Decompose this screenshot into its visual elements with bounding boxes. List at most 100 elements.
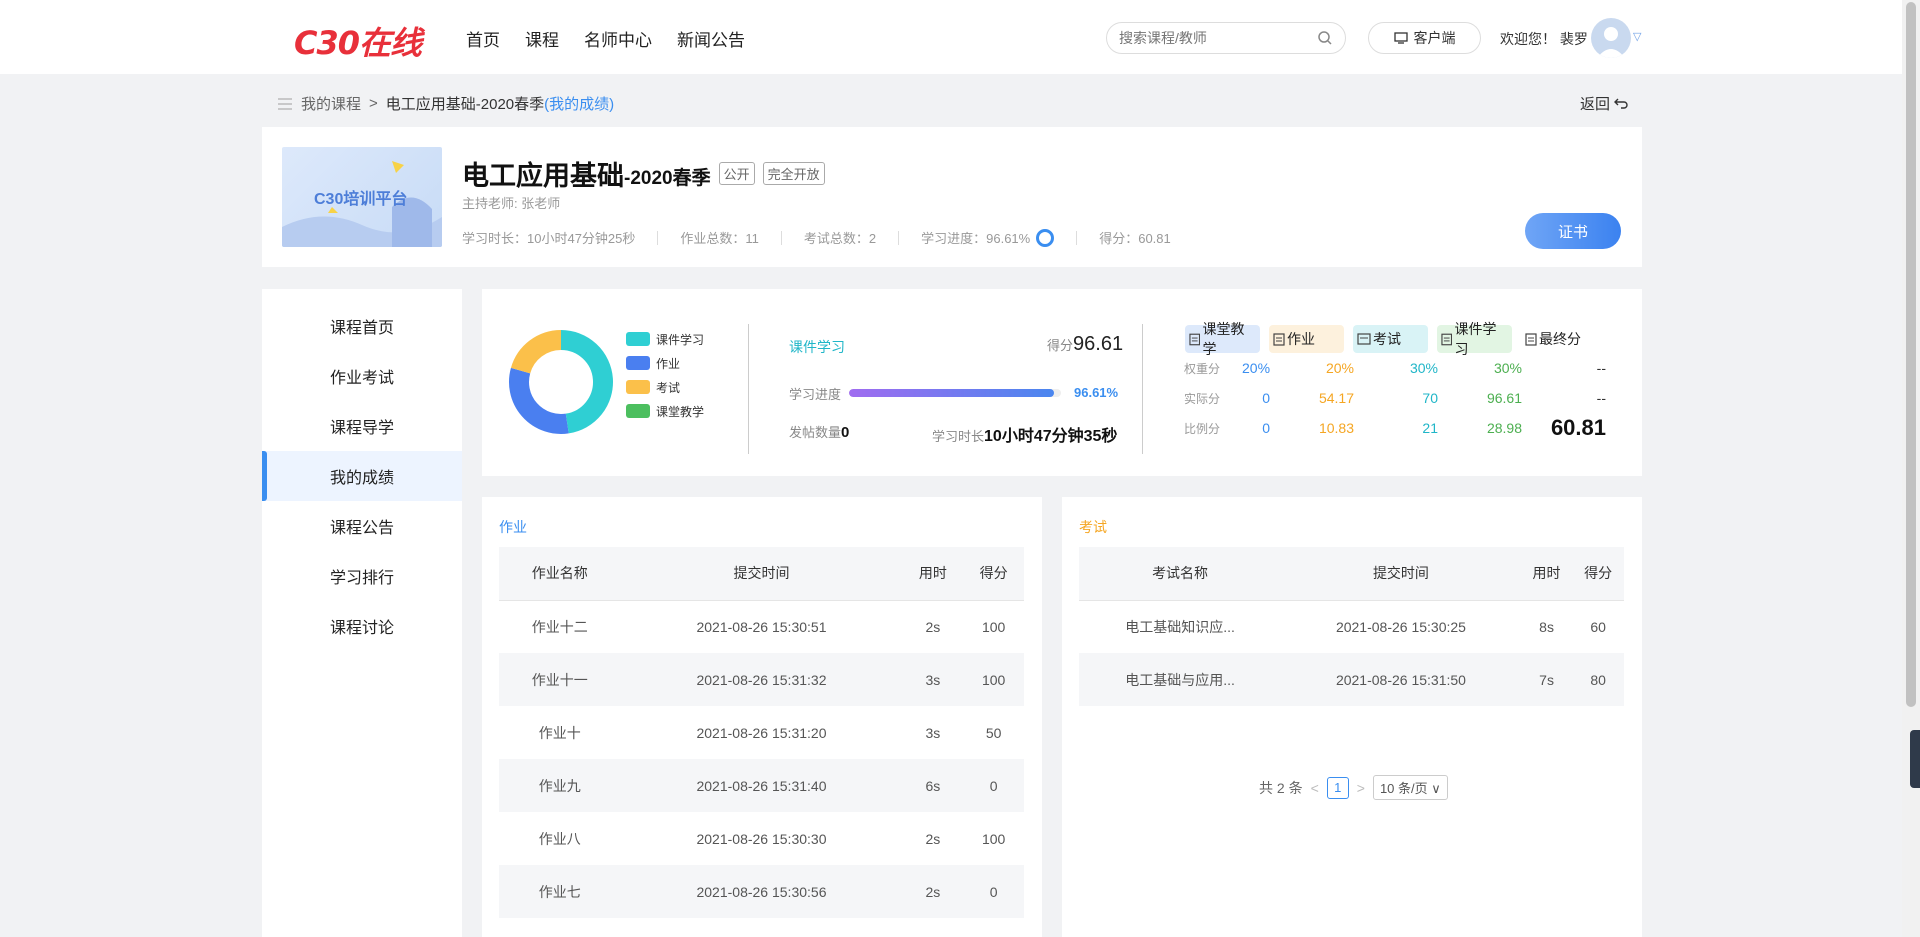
table-header-row: 考试名称 提交时间 用时 得分 <box>1079 547 1624 601</box>
cell: 2021-08-26 15:31:50 <box>1281 653 1521 706</box>
time-label: 学习时长 <box>932 429 985 444</box>
posts-value: 0 <box>841 424 850 441</box>
pagination: 共 2 条 < 1 > 10 条/页 ∨ <box>1259 775 1448 800</box>
column-header: 得分 <box>1572 547 1624 601</box>
cell-value: 96.61 <box>1486 390 1522 406</box>
progress-label: 学习进度 <box>789 387 842 402</box>
grid-header: 课堂教学 作业 考试 课件学习 最终分 <box>1185 321 1616 357</box>
donut-slice <box>560 330 613 434</box>
cell: 作业九 <box>499 759 621 812</box>
courseware-score: 得分96.61 <box>1047 333 1123 356</box>
cell-value: 20% <box>1325 360 1354 376</box>
avatar[interactable] <box>1591 18 1631 58</box>
cell-value: 28.98 <box>1486 420 1522 436</box>
client-label: 客户端 <box>1413 30 1456 46</box>
next-page-icon[interactable]: > <box>1357 780 1365 796</box>
legend-swatch <box>626 332 650 346</box>
cell: 2s <box>902 865 964 918</box>
menu-item-discussion[interactable]: 课程讨论 <box>262 601 462 651</box>
menu-item-announcements[interactable]: 课程公告 <box>262 501 462 551</box>
cell: 2021-08-26 15:31:20 <box>696 724 827 741</box>
return-icon <box>1614 98 1628 109</box>
tag-public: 公开 <box>718 162 755 185</box>
prev-page-icon[interactable]: < <box>1311 780 1319 796</box>
nav-teachers[interactable]: 名师中心 <box>584 26 652 51</box>
search-icon[interactable] <box>1317 30 1333 46</box>
study-time: 学习时长10小时47分钟35秒 <box>932 422 1117 446</box>
course-card: C30培训平台 电工应用基础 -2020春季 公开 完全开放 主持老师: 张老师… <box>262 127 1642 267</box>
column-header: 用时 <box>1520 547 1573 601</box>
vertical-scrollbar[interactable] <box>1902 0 1920 937</box>
cell: 2021-08-26 15:30:30 <box>696 830 827 847</box>
stat-score: 得分：60.81 <box>1099 231 1171 246</box>
menu-item-homework-exam[interactable]: 作业考试 <box>262 351 462 401</box>
grid-header-cell: 考试 <box>1353 325 1428 353</box>
breadcrumb-highlight: (我的成绩) <box>544 96 615 113</box>
menu-item-my-grades[interactable]: 我的成绩 <box>262 451 462 501</box>
page-size-select[interactable]: 10 条/页 ∨ <box>1372 775 1448 800</box>
cell: 作业十一 <box>499 653 621 706</box>
cell: 2021-08-26 15:31:40 <box>620 759 903 812</box>
table-row: 作业七 2021-08-26 15:30:56 2s 0 <box>499 865 1024 918</box>
grid-header-cell: 作业 <box>1269 325 1344 353</box>
cell-value: 20% <box>1242 360 1271 376</box>
clipboard-icon <box>1189 333 1201 346</box>
monitor-icon <box>1393 32 1408 44</box>
table-row: 作业十 2021-08-26 15:31:20 3s 50 <box>499 706 1024 759</box>
legend-label: 作业 <box>656 356 681 371</box>
cell: 作业七 <box>499 865 621 918</box>
user-avatar-icon <box>1597 27 1625 58</box>
search-input[interactable] <box>1119 23 1319 53</box>
floating-side-widget[interactable] <box>1910 730 1920 788</box>
top-header: C30在线 首页 课程 名师中心 新闻公告 客户端 欢迎您！ 裴罗 ▽ <box>0 0 1902 74</box>
homework-title: 作业 <box>499 519 527 535</box>
scrollbar-thumb[interactable] <box>1906 2 1916 707</box>
column-header: 用时 <box>902 547 964 601</box>
cell: 3s <box>902 653 964 706</box>
course-subtitle: -2020春季 <box>624 168 711 189</box>
nav-courses[interactable]: 课程 <box>525 26 559 51</box>
grid-header-label: 作业 <box>1287 331 1315 347</box>
table-row: 电工基础与应用... 2021-08-26 15:31:50 7s 80 <box>1079 653 1624 706</box>
breadcrumb-root[interactable]: 我的课程 <box>301 93 361 114</box>
legend-item: 课堂教学 <box>626 399 704 423</box>
table-row: 作业十二 2021-08-26 15:30:51 2s 100 <box>499 600 1024 653</box>
breadcrumb-current: 电工应用基础-2020春季 <box>385 96 545 113</box>
back-button[interactable]: 返回 <box>1580 93 1628 114</box>
client-button[interactable]: 客户端 <box>1368 22 1481 54</box>
cell: 60 <box>1590 618 1606 635</box>
nav-news[interactable]: 新闻公告 <box>677 26 745 51</box>
menu-item-course-guide[interactable]: 课程导学 <box>262 401 462 451</box>
course-title: 电工应用基础 <box>462 161 624 191</box>
page-button[interactable]: 1 <box>1326 776 1349 799</box>
table-row: 作业八 2021-08-26 15:30:30 2s 100 <box>499 812 1024 865</box>
grid-row-actual: 实际分 0 54.17 70 96.61 -- <box>1182 383 1616 413</box>
cell-value: 54.17 <box>1318 390 1354 406</box>
column-header: 提交时间 <box>620 547 903 601</box>
exam-icon <box>1357 333 1371 345</box>
donut-legend: 课件学习 作业 考试 课堂教学 <box>626 327 704 423</box>
table-row: 电工基础知识应... 2021-08-26 15:30:25 8s 60 <box>1079 600 1624 653</box>
site-logo[interactable]: C30在线 <box>294 18 422 64</box>
menu-item-ranking[interactable]: 学习排行 <box>262 551 462 601</box>
certificate-button[interactable]: 证书 <box>1525 213 1621 249</box>
chevron-down-icon[interactable]: ▽ <box>1633 30 1641 43</box>
final-score: 60.81 <box>1550 415 1606 440</box>
exam-panel: 考试 考试名称 提交时间 用时 得分 电工基础知识应... 2021-08-26 … <box>1062 497 1642 937</box>
menu-item-course-home[interactable]: 课程首页 <box>262 301 462 351</box>
grid-header-cell: 课件学习 <box>1437 321 1512 357</box>
cell: 电工基础与应用... <box>1079 653 1282 706</box>
cell: 100 <box>963 653 1024 706</box>
divider <box>1142 324 1143 454</box>
course-title-row: 电工应用基础 -2020春季 公开 完全开放 <box>462 154 825 193</box>
main-nav: 首页 课程 名师中心 新闻公告 <box>466 26 745 51</box>
nav-home[interactable]: 首页 <box>466 26 500 51</box>
cell: 3s <box>925 724 941 741</box>
cell: 电工基础知识应... <box>1125 618 1235 635</box>
table-row: 作业九 2021-08-26 15:31:40 6s 0 <box>499 759 1024 812</box>
back-label: 返回 <box>1580 96 1611 113</box>
cell: 2021-08-26 15:30:56 <box>620 865 903 918</box>
grid-header-cell: 最终分 <box>1521 325 1587 353</box>
cell: 2021-08-26 15:31:32 <box>620 653 903 706</box>
progress-percent: 96.61% <box>1074 385 1119 400</box>
